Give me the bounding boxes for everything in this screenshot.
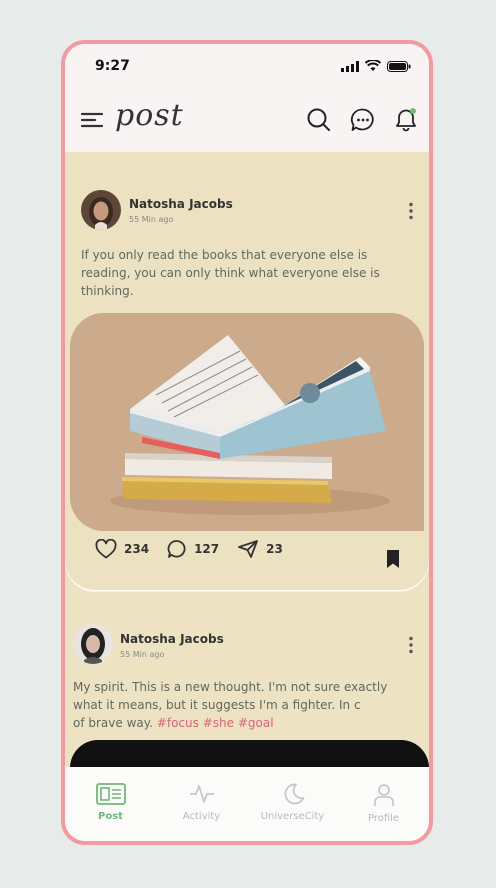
feed[interactable]: Natosha Jacobs 55 Min ago If you only re… bbox=[65, 152, 429, 767]
tab-label: Post bbox=[98, 811, 123, 822]
post-author-name[interactable]: Natosha Jacobs bbox=[129, 197, 233, 211]
post-card: Natosha Jacobs 55 Min ago If you only re… bbox=[65, 152, 429, 590]
send-icon bbox=[238, 540, 259, 558]
comment-icon bbox=[167, 540, 186, 558]
heart-icon bbox=[95, 539, 117, 559]
moon-icon bbox=[284, 783, 304, 805]
battery-icon bbox=[387, 60, 411, 72]
post-text-line: of brave way. #focus #she #goal bbox=[73, 714, 403, 732]
share-button[interactable]: 23 bbox=[237, 539, 283, 559]
post-card-icon bbox=[95, 783, 126, 805]
activity-icon bbox=[189, 785, 214, 803]
post-time-ago: 55 Min ago bbox=[129, 215, 174, 224]
tab-activity[interactable]: Activity bbox=[162, 783, 242, 822]
hashtag[interactable]: #goal bbox=[238, 716, 274, 730]
search-icon[interactable] bbox=[305, 106, 333, 134]
tab-universecity[interactable]: UniverseCity bbox=[253, 783, 333, 822]
post-time-ago: 55 Min ago bbox=[120, 650, 165, 659]
wifi-icon bbox=[365, 60, 381, 71]
status-bar: 9:27 bbox=[65, 44, 429, 94]
bookmark-icon[interactable] bbox=[386, 549, 400, 569]
post-text: If you only read the books that everyone… bbox=[81, 248, 380, 298]
post-image-dark[interactable] bbox=[70, 740, 429, 767]
post-image-books[interactable] bbox=[70, 313, 424, 531]
comment-count: 127 bbox=[194, 542, 220, 556]
hashtag[interactable]: #she bbox=[203, 716, 234, 730]
post-text-line: My spirit. This is a new thought. I'm no… bbox=[73, 680, 388, 694]
like-count: 234 bbox=[124, 542, 150, 556]
avatar[interactable] bbox=[73, 624, 113, 664]
tab-post[interactable]: Post bbox=[71, 783, 151, 822]
notification-dot bbox=[410, 108, 416, 114]
tab-label: Profile bbox=[367, 813, 400, 824]
post-actions: 234 127 23 bbox=[95, 539, 301, 559]
post-text-line-end: of brave way. bbox=[73, 716, 153, 730]
post-author-name[interactable]: Natosha Jacobs bbox=[120, 632, 224, 646]
app-header: post bbox=[65, 94, 429, 152]
phone-frame: 9:27 post Natosha Jacobs 55 Min ago If y… bbox=[61, 40, 433, 845]
bottom-tab-bar: Post Activity UniverseCity Profile bbox=[65, 767, 429, 841]
cellular-signal-icon bbox=[341, 60, 359, 72]
comment-button[interactable]: 127 bbox=[167, 539, 219, 559]
status-time: 9:27 bbox=[95, 58, 130, 74]
profile-icon bbox=[373, 784, 394, 806]
avatar[interactable] bbox=[81, 190, 121, 230]
menu-icon[interactable] bbox=[81, 110, 105, 130]
share-count: 23 bbox=[266, 542, 283, 556]
like-button[interactable]: 234 bbox=[95, 539, 149, 559]
tab-profile[interactable]: Profile bbox=[344, 783, 424, 824]
hashtag[interactable]: #focus bbox=[157, 716, 199, 730]
chat-icon[interactable] bbox=[349, 106, 377, 134]
bell-icon[interactable] bbox=[393, 106, 421, 134]
app-logo: post bbox=[115, 98, 184, 133]
more-options-icon[interactable] bbox=[408, 202, 414, 220]
more-options-icon[interactable] bbox=[408, 636, 414, 654]
tab-label: UniverseCity bbox=[260, 811, 325, 822]
tab-label: Activity bbox=[182, 811, 221, 822]
post-text-line: what it means, but it suggests I'm a fig… bbox=[73, 698, 361, 712]
post-text: My spirit. This is a new thought. I'm no… bbox=[73, 678, 403, 732]
status-icons bbox=[341, 60, 411, 72]
